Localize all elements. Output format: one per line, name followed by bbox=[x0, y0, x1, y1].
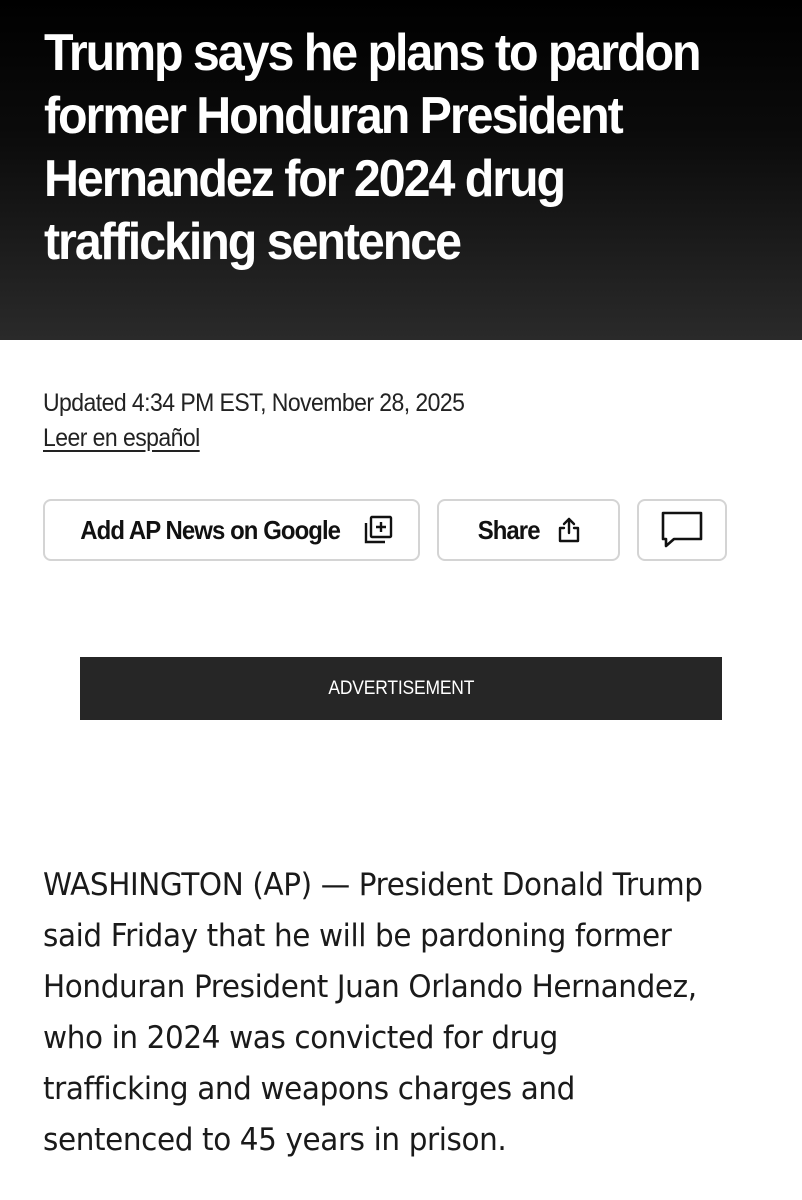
spanish-version-link[interactable]: Leer en español bbox=[43, 421, 200, 455]
add-to-library-icon bbox=[362, 514, 394, 546]
advertisement-label: ADVERTISEMENT bbox=[328, 677, 474, 699]
advertisement-banner: ADVERTISEMENT bbox=[80, 657, 722, 720]
comment-bubble-icon bbox=[660, 510, 704, 550]
comments-button[interactable] bbox=[637, 499, 727, 561]
share-upload-icon bbox=[556, 516, 582, 544]
share-label: Share bbox=[477, 514, 541, 545]
article-body-paragraph: WASHINGTON (AP) — President Donald Trump… bbox=[43, 867, 703, 1158]
article-hero: Trump says he plans to pardon former Hon… bbox=[0, 0, 802, 340]
updated-timestamp: Updated 4:34 PM EST, November 28, 2025 bbox=[43, 389, 465, 417]
headline: Trump says he plans to pardon former Hon… bbox=[44, 24, 702, 271]
add-ap-news-on-google-label: Add AP News on Google bbox=[80, 514, 342, 545]
add-ap-news-on-google-button[interactable]: Add AP News on Google bbox=[43, 499, 420, 561]
share-button[interactable]: Share bbox=[437, 499, 620, 561]
